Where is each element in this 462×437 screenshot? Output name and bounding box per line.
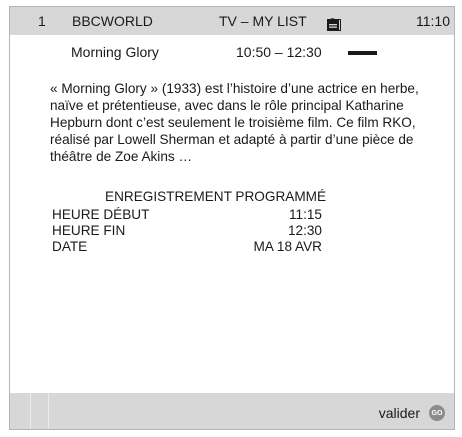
subtitle-icon: [327, 18, 339, 34]
end-time-value: 12:30: [287, 223, 322, 238]
footer-bar: valider GO: [10, 393, 454, 429]
header-bar: 1 BBCWORLD TV – MY LIST 11:10: [10, 7, 454, 35]
date-label: DATE: [52, 239, 88, 254]
channel-number: 1: [38, 13, 46, 29]
program-time-range: 10:50 – 12:30: [236, 44, 322, 60]
footer-divider: [48, 393, 49, 429]
program-progress-fill: [348, 51, 377, 55]
channel-name: BBCWORLD: [72, 13, 153, 29]
validate-button[interactable]: valider: [379, 405, 420, 421]
program-progress-bar: [348, 51, 412, 55]
start-time-value: 11:15: [288, 207, 322, 222]
tv-menu-screen: 1 BBCWORLD TV – MY LIST 11:10 Morning Gl…: [9, 6, 455, 430]
list-name: TV – MY LIST: [219, 13, 307, 29]
program-title: Morning Glory: [71, 44, 159, 60]
footer-divider: [30, 393, 31, 429]
end-time-label: HEURE FIN: [52, 223, 126, 238]
clock-time: 11:10: [416, 13, 450, 29]
program-description: « Morning Glory » (1933) est l’histoire …: [50, 81, 419, 164]
recording-heading: ENREGISTREMENT PROGRAMMÉ: [105, 189, 327, 204]
date-value: MA 18 AVR: [253, 239, 322, 254]
go-button-icon[interactable]: GO: [429, 405, 445, 421]
start-time-label: HEURE DÉBUT: [52, 207, 150, 222]
